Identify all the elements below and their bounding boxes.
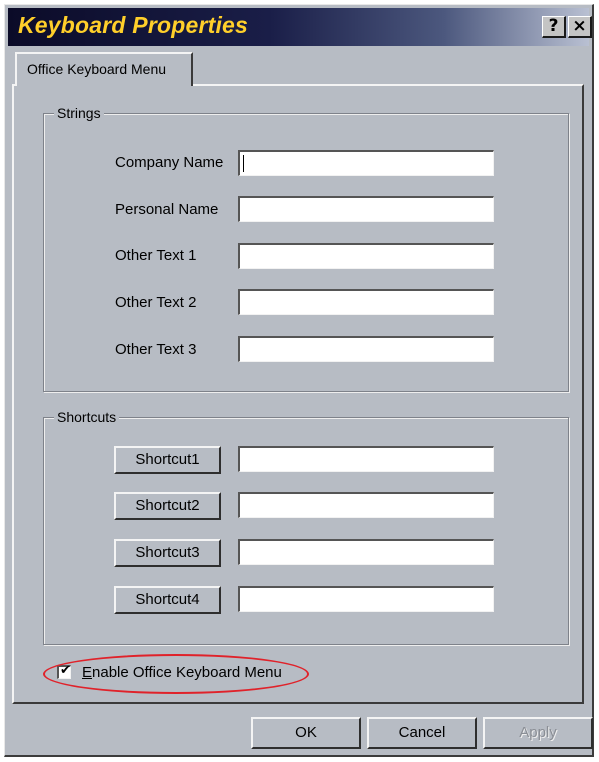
shortcut2-field[interactable] <box>238 492 494 518</box>
shortcut3-field[interactable] <box>238 539 494 565</box>
personal-name-field[interactable] <box>238 196 494 222</box>
help-button[interactable]: ? <box>542 16 566 38</box>
other-text-2-label: Other Text 2 <box>115 294 197 311</box>
checkmark-icon: ✔ <box>60 663 71 678</box>
strings-group-label: Strings <box>54 104 104 122</box>
company-name-label: Company Name <box>115 154 224 171</box>
window-title: Keyboard Properties <box>18 12 249 38</box>
apply-button[interactable]: Apply <box>483 717 593 749</box>
tab-office-keyboard-menu[interactable]: Office Keyboard Menu <box>15 52 193 86</box>
text-caret <box>243 155 244 172</box>
title-bar[interactable]: Keyboard Properties ? × <box>8 8 592 46</box>
shortcuts-group-label: Shortcuts <box>54 408 120 426</box>
enable-label-text: nable Office Keyboard Menu <box>92 664 282 681</box>
ok-button[interactable]: OK <box>251 717 361 749</box>
other-text-1-field[interactable] <box>238 243 494 269</box>
shortcut4-button[interactable]: Shortcut4 <box>114 586 221 614</box>
cancel-button[interactable]: Cancel <box>367 717 477 749</box>
enable-office-keyboard-menu-checkbox[interactable]: ✔ <box>57 663 71 679</box>
other-text-1-label: Other Text 1 <box>115 247 197 264</box>
other-text-3-label: Other Text 3 <box>115 341 197 358</box>
other-text-3-field[interactable] <box>238 336 494 362</box>
accelerator-key: E <box>82 664 93 681</box>
shortcut1-field[interactable] <box>238 446 494 472</box>
shortcut2-button[interactable]: Shortcut2 <box>114 492 221 520</box>
shortcut3-button[interactable]: Shortcut3 <box>114 539 221 567</box>
enable-office-keyboard-menu-label[interactable]: Enable Office Keyboard Menu <box>82 663 282 683</box>
close-button[interactable]: × <box>568 16 592 38</box>
other-text-2-field[interactable] <box>238 289 494 315</box>
shortcut4-field[interactable] <box>238 586 494 612</box>
company-name-field[interactable] <box>238 150 494 176</box>
shortcut1-button[interactable]: Shortcut1 <box>114 446 221 474</box>
personal-name-label: Personal Name <box>115 201 219 218</box>
